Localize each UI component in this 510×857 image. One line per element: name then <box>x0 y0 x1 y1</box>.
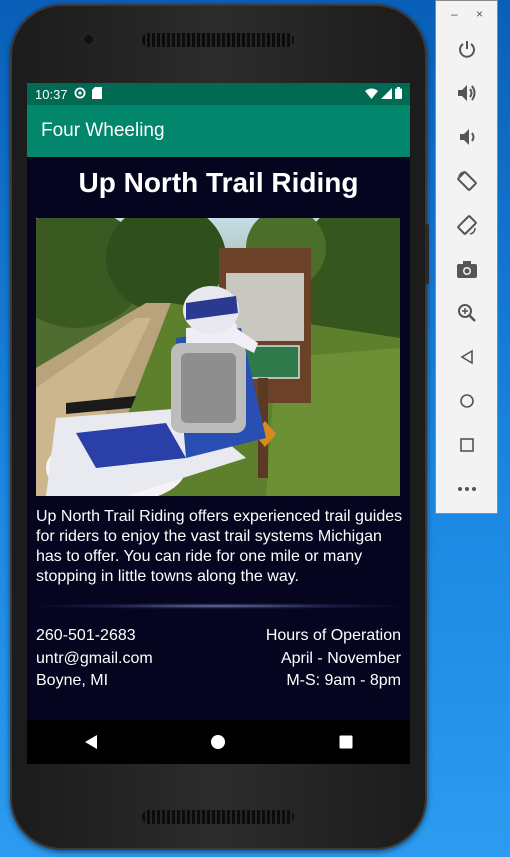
overview-button[interactable] <box>450 428 484 462</box>
nav-back-button[interactable] <box>71 722 111 762</box>
camera-icon <box>457 261 477 278</box>
trail-rider-photo <box>36 218 400 496</box>
volume-down-button[interactable] <box>450 120 484 154</box>
status-bar: 10:37 <box>27 83 410 105</box>
rotate-right-icon <box>457 215 477 235</box>
status-right-icons <box>365 86 402 102</box>
back-button[interactable] <box>450 340 484 374</box>
location: Boyne, MI <box>36 672 109 689</box>
volume-up-button[interactable] <box>450 76 484 110</box>
emulator-toolbar: – × <box>435 0 498 514</box>
app-title: Four Wheeling <box>41 120 165 141</box>
front-camera <box>84 35 93 44</box>
more-button[interactable] <box>450 472 484 506</box>
page-title: Up North Trail Riding <box>78 167 359 198</box>
nav-home-button[interactable] <box>198 722 238 762</box>
status-time: 10:37 <box>35 86 68 102</box>
contact-info: 260-501-2683 untr@gmail.com Boyne, MI <box>36 625 153 693</box>
navigation-bar <box>27 720 410 764</box>
home-icon <box>460 394 474 408</box>
more-dots-icon <box>458 487 476 491</box>
battery-icon <box>395 86 402 102</box>
main-content: Up North Trail Riding Up North Trail Rid… <box>27 157 410 720</box>
power-icon <box>459 41 475 58</box>
phone-number[interactable]: 260-501-2683 <box>36 625 153 648</box>
overview-icon <box>460 438 474 452</box>
minimize-button[interactable]: – <box>451 7 458 21</box>
section-divider <box>39 603 399 609</box>
rotate-right-button[interactable] <box>450 208 484 242</box>
back-icon <box>460 349 473 365</box>
hours-days: M-S: 9am - 8pm <box>286 672 401 689</box>
back-triangle-icon <box>84 735 97 749</box>
nav-overview-button[interactable] <box>326 722 366 762</box>
home-button[interactable] <box>450 384 484 418</box>
screenshot-button[interactable] <box>450 252 484 286</box>
overview-square-icon <box>339 735 353 749</box>
close-button[interactable]: × <box>476 7 483 21</box>
sd-card-icon <box>91 86 102 102</box>
power-button[interactable] <box>450 32 484 66</box>
power-side-button <box>425 224 429 284</box>
device-screen: 10:37 Four Wheeling Up North Trail Ridin… <box>27 83 410 764</box>
volume-up-icon <box>458 85 476 101</box>
top-speaker-grille <box>142 33 294 47</box>
email-address[interactable]: untr@gmail.com <box>36 648 153 671</box>
data-saver-icon <box>74 87 86 102</box>
hours-title: Hours of Operation <box>265 627 401 644</box>
hours-season: April - November <box>280 649 401 667</box>
phone-device: 10:37 Four Wheeling Up North Trail Ridin… <box>10 4 429 850</box>
description-text: Up North Trail Riding offers experienced… <box>36 508 403 585</box>
home-circle-icon <box>211 735 226 749</box>
bottom-speaker-grille <box>142 810 294 824</box>
rotate-left-button[interactable] <box>450 164 484 198</box>
wifi-icon <box>365 87 378 102</box>
hours-info: Hours of Operation April - November M-S:… <box>266 625 401 693</box>
zoom-button[interactable] <box>450 296 484 330</box>
app-bar: Four Wheeling <box>27 105 410 157</box>
volume-down-icon <box>460 129 475 145</box>
signal-icon <box>381 87 392 102</box>
rotate-left-icon <box>457 171 477 191</box>
zoom-in-icon <box>458 304 476 322</box>
